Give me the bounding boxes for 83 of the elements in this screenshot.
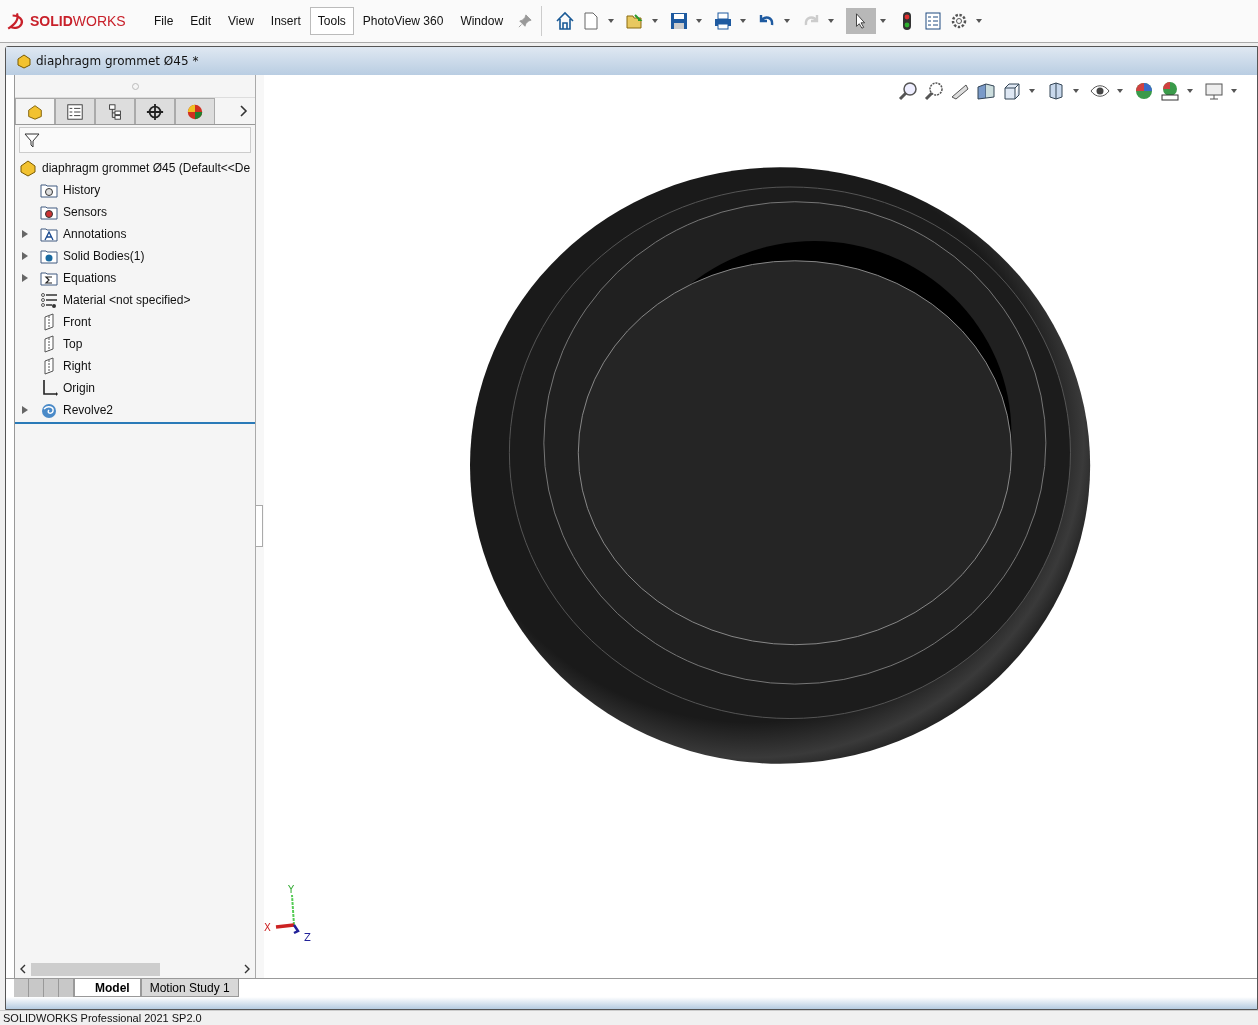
tree-item[interactable]: Top: [63, 337, 83, 351]
tree-item[interactable]: Origin: [63, 381, 95, 395]
save-icon[interactable]: [669, 11, 690, 31]
origin-icon: [40, 379, 58, 397]
dimxpert-manager-tab[interactable]: [135, 98, 175, 124]
tree-item[interactable]: Right: [63, 359, 91, 373]
caret-icon[interactable]: [696, 19, 703, 23]
history-folder-icon: [40, 181, 58, 199]
expand-arrow-icon[interactable]: [22, 230, 28, 238]
expand-arrow-icon[interactable]: [22, 274, 28, 282]
filter-icon: [24, 132, 40, 148]
home-icon[interactable]: [555, 11, 576, 31]
list-icon: [66, 102, 84, 121]
scene-icon[interactable]: [1160, 81, 1180, 101]
tree-item[interactable]: Annotations: [63, 227, 127, 241]
tree-item[interactable]: Equations: [63, 271, 117, 285]
monitor-icon[interactable]: [1204, 81, 1224, 101]
caret-icon[interactable]: [1029, 89, 1035, 93]
annotations-folder-icon: [40, 225, 58, 243]
caret-icon[interactable]: [1231, 89, 1237, 93]
caret-icon[interactable]: [652, 19, 659, 23]
menu-item[interactable]: Insert: [262, 7, 309, 35]
select-tool-button[interactable]: [846, 8, 877, 34]
tree-item[interactable]: History: [63, 183, 101, 197]
part-icon: [16, 53, 32, 69]
property-manager-tab[interactable]: [55, 98, 95, 124]
section-view-icon[interactable]: [976, 81, 996, 101]
revolve-feature-icon: [40, 401, 58, 419]
menu-item[interactable]: Tools: [309, 7, 354, 35]
display-style-icon[interactable]: [1046, 81, 1066, 101]
app-logo: SOLIDWORKS: [6, 11, 126, 31]
menu-item[interactable]: PhotoView 360: [354, 7, 452, 35]
part-icon: [26, 102, 44, 121]
tree-item[interactable]: diaphragm grommet Ø45 (Default<<De: [42, 161, 251, 175]
bottom-tab[interactable]: Motion Study 1: [140, 979, 239, 997]
tree-item[interactable]: Material <not specified>: [63, 293, 191, 307]
list-icon[interactable]: [923, 11, 944, 31]
chevron-right-icon[interactable]: [239, 104, 249, 118]
feature-manager-tab[interactable]: [15, 98, 55, 124]
scroll-left-icon[interactable]: [19, 964, 27, 974]
caret-icon[interactable]: [740, 19, 747, 23]
equations-folder-icon: [40, 269, 58, 287]
scrollbar-thumb[interactable]: [31, 962, 160, 976]
menu-item[interactable]: Edit: [182, 7, 220, 35]
bottom-tab[interactable]: Model: [74, 979, 141, 997]
tree-item[interactable]: Front: [63, 315, 91, 329]
pin-icon[interactable]: [518, 14, 533, 28]
axis-triad-drawing: Y X Z: [264, 883, 320, 943]
filter-field[interactable]: [19, 127, 251, 153]
color-wheel-icon: [186, 102, 204, 121]
caret-icon[interactable]: [880, 19, 887, 23]
appearance-icon[interactable]: [1134, 81, 1154, 101]
caret-icon[interactable]: [976, 19, 983, 23]
zoom-area-icon[interactable]: [924, 81, 944, 101]
menu-item[interactable]: View: [220, 7, 262, 35]
menu-item[interactable]: Window: [452, 7, 512, 35]
caret-icon[interactable]: [1117, 89, 1123, 93]
splitter-handle[interactable]: [256, 505, 263, 547]
zoom-to-fit-icon[interactable]: [898, 81, 918, 101]
status-bar: SOLIDWORKS Professional 2021 SP2.0: [0, 1010, 1258, 1025]
caret-icon[interactable]: [1187, 89, 1193, 93]
tree-item[interactable]: Solid Bodies(1): [63, 249, 145, 263]
display-manager-tab[interactable]: [175, 98, 215, 124]
material-list-icon: [40, 291, 58, 309]
expand-arrow-icon[interactable]: [22, 406, 28, 414]
scroll-right-icon[interactable]: [243, 964, 251, 974]
document-title: diaphragm grommet Ø45 *: [36, 54, 199, 68]
menu-item[interactable]: File: [146, 7, 182, 35]
print-icon[interactable]: [713, 11, 734, 31]
bodies-folder-icon: [40, 247, 58, 265]
config-manager-tab[interactable]: [95, 98, 135, 124]
caret-icon[interactable]: [608, 19, 615, 23]
tree-item[interactable]: Revolve2: [63, 403, 114, 417]
tree-structure-icon: [106, 102, 124, 121]
crosshair-icon: [146, 102, 164, 121]
view-orientation-icon[interactable]: [1002, 81, 1022, 101]
caret-icon[interactable]: [784, 19, 791, 23]
caret-icon[interactable]: [1073, 89, 1079, 93]
sensors-folder-icon: [40, 203, 58, 221]
caret-icon[interactable]: [828, 19, 835, 23]
part-icon: [19, 159, 37, 177]
expand-arrow-icon[interactable]: [22, 252, 28, 260]
tree-item[interactable]: Sensors: [63, 205, 108, 219]
